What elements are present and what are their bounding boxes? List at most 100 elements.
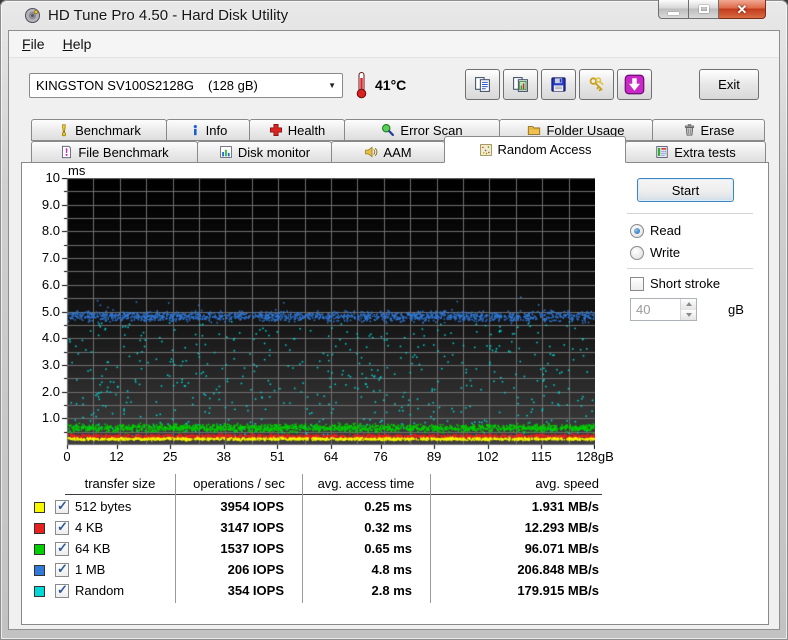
series-color-swatch bbox=[34, 565, 45, 576]
short-stroke-size-stepper[interactable]: 40 bbox=[630, 298, 697, 321]
client-area: File Help KINGSTON SV100S2128G (128 gB) … bbox=[8, 30, 780, 630]
tab-row-2: File Benchmark Disk monitor AAM bbox=[31, 141, 765, 163]
col-header-avg-speed: avg. speed bbox=[442, 476, 599, 491]
tab-health[interactable]: Health bbox=[249, 119, 345, 141]
thermometer-icon bbox=[355, 71, 368, 99]
exit-button[interactable]: Exit bbox=[699, 69, 759, 100]
info-icon bbox=[189, 124, 201, 137]
y-axis-label: 8.0 bbox=[24, 223, 60, 238]
separator bbox=[627, 213, 753, 214]
table-row: Random 354 IOPS 2.8 ms 179.915 MB/s bbox=[22, 581, 622, 602]
y-axis-label: 9.0 bbox=[24, 197, 60, 212]
tab-info[interactable]: Info bbox=[166, 119, 250, 141]
series-color-swatch bbox=[34, 502, 45, 513]
menu-file[interactable]: File bbox=[13, 32, 54, 56]
menu-bar: File Help bbox=[9, 31, 779, 58]
menu-help[interactable]: Help bbox=[54, 32, 101, 56]
speaker-icon bbox=[364, 145, 378, 159]
series-color-swatch bbox=[34, 523, 45, 534]
bar-chart-icon bbox=[219, 145, 233, 159]
options-button[interactable] bbox=[579, 69, 614, 100]
tab-benchmark[interactable]: Benchmark bbox=[31, 119, 167, 141]
y-axis-label: 1.0 bbox=[24, 410, 60, 425]
file-benchmark-icon bbox=[60, 145, 73, 159]
start-button[interactable]: Start bbox=[637, 178, 734, 202]
x-axis-label: 89 bbox=[412, 449, 456, 464]
y-axis-label: 5.0 bbox=[24, 304, 60, 319]
x-axis-label: 51 bbox=[255, 449, 299, 464]
x-axis-label: 64 bbox=[309, 449, 353, 464]
access-time-scatter-chart bbox=[61, 178, 595, 451]
read-radio[interactable] bbox=[630, 224, 644, 238]
series-checkbox[interactable] bbox=[55, 521, 69, 535]
table-header-rule bbox=[65, 494, 602, 495]
copy-image-icon bbox=[512, 76, 529, 93]
x-axis-label: 0 bbox=[45, 449, 89, 464]
maximize-icon bbox=[699, 5, 709, 13]
y-axis-label: 7.0 bbox=[24, 250, 60, 265]
short-stroke-checkbox[interactable] bbox=[630, 277, 644, 291]
drive-model: KINGSTON SV100S2128G bbox=[36, 78, 194, 93]
y-axis-label: 6.0 bbox=[24, 277, 60, 292]
tab-extra-tests[interactable]: Extra tests bbox=[625, 141, 766, 163]
size-unit-label: gB bbox=[728, 302, 744, 317]
y-axis-label: 2.0 bbox=[24, 384, 60, 399]
series-color-swatch bbox=[34, 586, 45, 597]
col-header-access-time: avg. access time bbox=[310, 476, 422, 491]
close-button[interactable]: ✕ bbox=[719, 0, 766, 19]
x-axis-label: 38 bbox=[202, 449, 246, 464]
drive-select[interactable]: KINGSTON SV100S2128G (128 gB) ▼ bbox=[29, 73, 343, 98]
app-icon bbox=[24, 7, 41, 24]
update-button[interactable] bbox=[617, 69, 652, 100]
copy-image-button[interactable] bbox=[503, 69, 538, 100]
stepper-up-button[interactable] bbox=[681, 299, 696, 310]
y-axis-label: 10 bbox=[24, 170, 60, 185]
magnifier-icon bbox=[381, 123, 395, 137]
write-label: Write bbox=[650, 245, 680, 260]
series-color-swatch bbox=[34, 544, 45, 555]
y-axis-label: 4.0 bbox=[24, 330, 60, 345]
x-axis-label: 76 bbox=[359, 449, 403, 464]
drive-temperature: 41°C bbox=[375, 77, 406, 93]
series-checkbox[interactable] bbox=[55, 563, 69, 577]
trash-icon bbox=[683, 123, 696, 137]
tab-aam[interactable]: AAM bbox=[331, 141, 445, 163]
tab-random-access[interactable]: Random Access bbox=[444, 136, 626, 163]
tab-erase[interactable]: Erase bbox=[652, 119, 765, 141]
write-radio[interactable] bbox=[630, 246, 644, 260]
series-checkbox[interactable] bbox=[55, 542, 69, 556]
calculator-icon bbox=[655, 145, 669, 159]
random-access-icon bbox=[479, 143, 493, 157]
tab-file-benchmark[interactable]: File Benchmark bbox=[31, 141, 198, 163]
table-row: 64 KB 1537 IOPS 0.65 ms 96.071 MB/s bbox=[22, 539, 622, 560]
titlebar[interactable]: HD Tune Pro 4.50 - Hard Disk Utility ✕ bbox=[0, 0, 788, 30]
window-title: HD Tune Pro 4.50 - Hard Disk Utility bbox=[48, 7, 288, 24]
y-axis-label: 3.0 bbox=[24, 357, 60, 372]
table-row: 4 KB 3147 IOPS 0.32 ms 12.293 MB/s bbox=[22, 518, 622, 539]
read-label: Read bbox=[650, 223, 681, 238]
chevron-down-icon bbox=[686, 313, 692, 317]
tab-disk-monitor[interactable]: Disk monitor bbox=[197, 141, 332, 163]
chevron-down-icon: ▼ bbox=[328, 81, 336, 90]
y-axis-unit: ms bbox=[68, 163, 85, 178]
health-cross-icon bbox=[269, 123, 283, 137]
tab-row-1: Benchmark Info Health Err bbox=[31, 119, 764, 141]
minimize-button[interactable] bbox=[658, 0, 689, 19]
save-button[interactable] bbox=[541, 69, 576, 100]
col-header-operations: operations / sec bbox=[182, 476, 296, 491]
write-option[interactable]: Write bbox=[630, 245, 680, 260]
series-checkbox[interactable] bbox=[55, 500, 69, 514]
copy-text-button[interactable] bbox=[465, 69, 500, 100]
download-arrow-icon bbox=[624, 74, 645, 95]
stepper-down-button[interactable] bbox=[681, 310, 696, 321]
x-axis-label: 25 bbox=[148, 449, 192, 464]
close-icon: ✕ bbox=[737, 3, 748, 16]
short-stroke-option[interactable]: Short stroke bbox=[630, 276, 720, 291]
keys-icon bbox=[588, 76, 605, 93]
series-checkbox[interactable] bbox=[55, 584, 69, 598]
maximize-button[interactable] bbox=[689, 0, 719, 19]
random-access-page: ms 109.08.07.06.05.04.03.02.01.001225385… bbox=[21, 162, 769, 625]
x-axis-label: 115 bbox=[519, 449, 563, 464]
read-option[interactable]: Read bbox=[630, 223, 681, 238]
short-stroke-label: Short stroke bbox=[650, 276, 720, 291]
